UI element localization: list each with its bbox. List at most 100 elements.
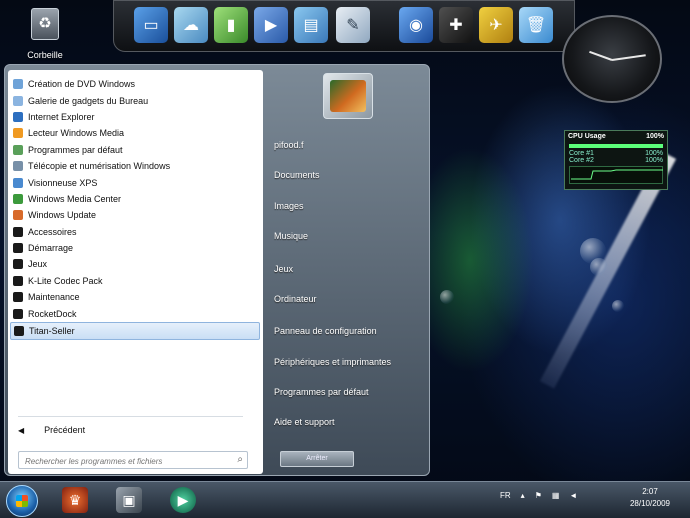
places-games[interactable]: Jeux: [274, 264, 293, 274]
program-item[interactable]: RocketDock: [10, 305, 260, 321]
program-label: Windows Update: [28, 210, 97, 221]
search-input[interactable]: [23, 453, 227, 469]
places-images[interactable]: Images: [274, 201, 304, 211]
program-item[interactable]: Windows Media Center: [10, 191, 260, 207]
program-label: Démarrage: [28, 243, 74, 254]
gamepad-icon[interactable]: ✚: [439, 7, 473, 43]
program-icon: [13, 161, 23, 172]
core2-value: 100%: [645, 157, 663, 164]
battery-icon[interactable]: ▮: [214, 7, 248, 43]
recycle-bin-icon: ♻: [31, 8, 59, 40]
wallpaper-bubble: [590, 258, 608, 276]
media-player-icon[interactable]: ▶: [170, 487, 196, 513]
program-label: Création de DVD Windows: [28, 79, 136, 90]
program-item[interactable]: Lecteur Windows Media: [10, 125, 260, 141]
taskbar-time: 2:07: [642, 487, 658, 496]
game-icon[interactable]: ♛: [62, 487, 88, 513]
desktop: ♻ Corbeille ▭ ☁ ▮ ▶ ▤ ✎ ◉ ✚ ✈ 🗑 CPU Usag…: [0, 0, 690, 518]
start-menu: Création de DVD Windows Galerie de gadget…: [4, 64, 430, 476]
cpu-total: 100%: [646, 133, 664, 140]
tray-arrow-icon[interactable]: ▴: [521, 491, 525, 500]
language-indicator[interactable]: FR: [500, 491, 511, 500]
program-item[interactable]: Démarrage: [10, 240, 260, 256]
cpu-bar: [569, 144, 663, 148]
trash-icon[interactable]: 🗑: [519, 7, 553, 43]
program-icon: [13, 79, 23, 90]
places-music[interactable]: Musique: [274, 231, 308, 241]
recycle-bin[interactable]: ♻ Corbeille: [20, 8, 70, 60]
shutdown-button[interactable]: Arrêter: [280, 451, 354, 467]
start-menu-places-pane: pifood.f Documents Images Musique Jeux O…: [264, 65, 429, 475]
program-label: Télécopie et numérisation Windows: [28, 161, 171, 172]
volume-icon[interactable]: ◄: [569, 491, 577, 500]
tray-flag-icon[interactable]: ⚑: [535, 491, 542, 500]
places-control-panel[interactable]: Panneau de configuration: [274, 326, 377, 336]
program-label: Galerie de gadgets du Bureau: [28, 95, 149, 106]
clock-minute-hand: [611, 54, 646, 61]
places-computer[interactable]: Ordinateur: [274, 294, 317, 304]
program-item[interactable]: Programmes par défaut: [10, 142, 260, 158]
program-label: Windows Media Center: [28, 193, 122, 204]
back-arrow-icon: ◀: [18, 425, 25, 435]
folder-icon: [13, 226, 23, 237]
folder-icon: [13, 308, 23, 319]
program-label: RocketDock: [28, 308, 77, 319]
program-item[interactable]: Maintenance: [10, 289, 260, 305]
core1-value: 100%: [645, 150, 663, 157]
windows-logo-icon: [16, 495, 28, 507]
wallpaper-bubble: [612, 300, 624, 312]
system-tray: FR ▴ ⚑ ▦ ◄: [500, 491, 577, 500]
program-label: Lecteur Windows Media: [28, 128, 125, 139]
places-devices-printers[interactable]: Périphériques et imprimantes: [274, 357, 391, 367]
monitor-icon[interactable]: ▭: [134, 7, 168, 43]
notepad-icon[interactable]: ✎: [336, 7, 370, 43]
taskbar-clock[interactable]: 2:07 28/10/2009: [620, 486, 680, 510]
program-item[interactable]: Jeux: [10, 256, 260, 272]
back-button[interactable]: ◀ Précédent: [18, 422, 85, 438]
start-button[interactable]: [6, 485, 38, 517]
program-icon: [13, 210, 23, 221]
program-item[interactable]: Titan-Seller: [10, 321, 260, 341]
places-help-support[interactable]: Aide et support: [274, 417, 335, 427]
plane-icon[interactable]: ✈: [479, 7, 513, 43]
program-item[interactable]: Galerie de gadgets du Bureau: [10, 92, 260, 108]
user-avatar[interactable]: [323, 73, 373, 119]
program-item[interactable]: Création de DVD Windows: [10, 76, 260, 92]
cpu-title: CPU Usage: [568, 133, 606, 140]
program-item[interactable]: Windows Update: [10, 207, 260, 223]
places-user-folder[interactable]: pifood.f: [274, 140, 304, 150]
folder-icon: [13, 259, 23, 270]
program-item[interactable]: K-Lite Codec Pack: [10, 273, 260, 289]
start-menu-programs-pane: Création de DVD Windows Galerie de gadget…: [8, 70, 263, 474]
program-item[interactable]: Télécopie et numérisation Windows: [10, 158, 260, 174]
network-icon[interactable]: ▦: [552, 491, 560, 500]
camera-icon[interactable]: ▣: [116, 487, 142, 513]
program-label: Maintenance: [28, 292, 80, 303]
core2-label: Core #2: [569, 157, 594, 164]
program-label: Visionneuse XPS: [28, 177, 98, 188]
recycle-bin-label: Corbeille: [27, 50, 63, 60]
program-icon: [13, 177, 23, 188]
disk-icon[interactable]: ◉: [399, 7, 433, 43]
wallpaper-bubble: [440, 290, 454, 304]
program-item[interactable]: Internet Explorer: [10, 109, 260, 125]
search-box[interactable]: ⌕: [18, 451, 248, 469]
program-icon: [13, 111, 23, 122]
search-icon[interactable]: ⌕: [237, 454, 243, 465]
cpu-usage-gadget[interactable]: CPU Usage 100% Core #1 100% Core #2 100%: [564, 130, 668, 190]
places-documents[interactable]: Documents: [274, 170, 320, 180]
program-item[interactable]: Accessoires: [10, 224, 260, 240]
program-icon: [13, 193, 23, 204]
program-label: Internet Explorer: [28, 111, 95, 122]
clock-gadget[interactable]: [562, 15, 662, 103]
folder-icon: [14, 326, 24, 337]
folder-icon[interactable]: ▤: [294, 7, 328, 43]
back-label: Précédent: [44, 425, 86, 435]
places-default-programs[interactable]: Programmes par défaut: [274, 387, 369, 397]
media-icon[interactable]: ▶: [254, 7, 288, 43]
program-item[interactable]: Visionneuse XPS: [10, 174, 260, 190]
clock-hour-hand: [589, 50, 613, 61]
program-label: Jeux: [28, 259, 48, 270]
cloud-icon[interactable]: ☁: [174, 7, 208, 43]
program-label: K-Lite Codec Pack: [28, 275, 103, 286]
